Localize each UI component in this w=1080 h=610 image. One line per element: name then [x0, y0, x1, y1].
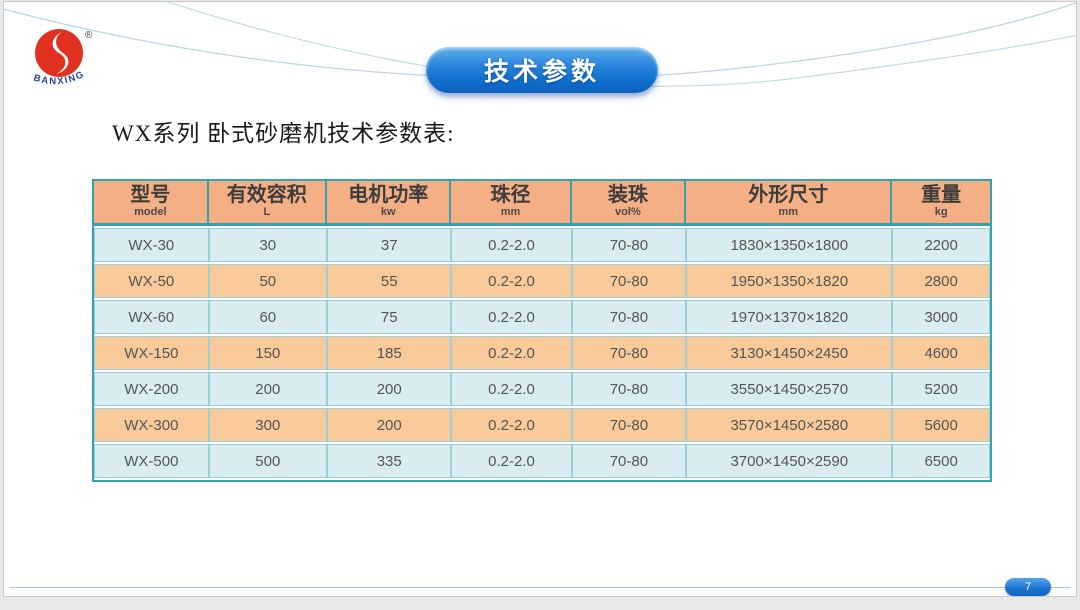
table-cell: 2800	[892, 264, 990, 298]
column-header: 珠径mm	[451, 181, 571, 226]
column-header: 有效容积L	[209, 181, 327, 226]
table-cell: 70-80	[572, 372, 687, 406]
table-cell: 70-80	[572, 300, 687, 334]
table-cell: 150	[209, 336, 327, 370]
registered-mark: ®	[85, 30, 93, 41]
table-cell: 37	[327, 228, 452, 262]
column-header: 电机功率kw	[327, 181, 452, 226]
table-cell: 70-80	[572, 228, 687, 262]
column-header: 型号model	[94, 181, 209, 226]
table-cell: 0.2-2.0	[451, 408, 571, 442]
table-cell: 70-80	[572, 336, 687, 370]
table-cell: 55	[327, 264, 452, 298]
table-cell: 3570×1450×2580	[686, 408, 892, 442]
table-cell: 1970×1370×1820	[686, 300, 892, 334]
section-title-pill: 技术参数	[426, 47, 658, 93]
table-row: WX-3003002000.2-2.070-803570×1450×258056…	[94, 408, 990, 442]
table-cell: 0.2-2.0	[451, 336, 571, 370]
table-cell: 70-80	[572, 408, 687, 442]
table-row: WX-6060750.2-2.070-801970×1370×18203000	[94, 300, 990, 334]
parameters-table-wrapper: 型号model有效容积L电机功率kw珠径mm装珠vol%外形尺寸mm重量kg W…	[92, 179, 992, 482]
table-cell: 30	[209, 228, 327, 262]
table-cell: 200	[327, 408, 452, 442]
table-cell: 185	[327, 336, 452, 370]
parameters-table: 型号model有效容积L电机功率kw珠径mm装珠vol%外形尺寸mm重量kg W…	[94, 179, 990, 480]
section-title-label: 技术参数	[484, 52, 600, 88]
page-number: 7	[1025, 581, 1031, 593]
table-cell: 70-80	[572, 264, 687, 298]
table-cell: 3700×1450×2590	[686, 444, 892, 478]
table-cell: WX-500	[94, 444, 209, 478]
table-cell: 300	[209, 408, 327, 442]
page-title: WX系列 卧式砂磨机技术参数表:	[112, 114, 454, 148]
table-cell: 75	[327, 300, 452, 334]
table-cell: 0.2-2.0	[451, 444, 571, 478]
table-header-row: 型号model有效容积L电机功率kw珠径mm装珠vol%外形尺寸mm重量kg	[94, 181, 990, 226]
table-cell: 0.2-2.0	[451, 372, 571, 406]
table-cell: WX-200	[94, 372, 209, 406]
table-cell: 2200	[892, 228, 990, 262]
table-cell: 60	[209, 300, 327, 334]
table-cell: 500	[209, 444, 327, 478]
column-header: 装珠vol%	[572, 181, 687, 226]
page-number-badge: 7	[1005, 578, 1051, 596]
table-cell: 5600	[892, 408, 990, 442]
table-cell: 3550×1450×2570	[686, 372, 892, 406]
table-cell: 0.2-2.0	[451, 228, 571, 262]
table-cell: 335	[327, 444, 452, 478]
table-row: WX-3030370.2-2.070-801830×1350×18002200	[94, 228, 990, 262]
table-row: WX-1501501850.2-2.070-803130×1450×245046…	[94, 336, 990, 370]
table-row: WX-2002002000.2-2.070-803550×1450×257052…	[94, 372, 990, 406]
table-cell: 200	[209, 372, 327, 406]
table-cell: 50	[209, 264, 327, 298]
table-cell: 1830×1350×1800	[686, 228, 892, 262]
table-row: WX-5050550.2-2.070-801950×1350×18202800	[94, 264, 990, 298]
table-cell: WX-50	[94, 264, 209, 298]
table-cell: 200	[327, 372, 452, 406]
footer-divider	[9, 587, 1071, 588]
column-header: 外形尺寸mm	[686, 181, 892, 226]
company-logo: ® BANXING	[32, 26, 96, 94]
table-cell: 5200	[892, 372, 990, 406]
slide-canvas: ® BANXING 技术参数 WX系列 卧式砂磨机技术参数表: 型号model有…	[3, 1, 1077, 597]
table-cell: WX-60	[94, 300, 209, 334]
column-header: 重量kg	[892, 181, 990, 226]
table-cell: 3000	[892, 300, 990, 334]
table-cell: 0.2-2.0	[451, 264, 571, 298]
table-cell: WX-150	[94, 336, 209, 370]
table-cell: 1950×1350×1820	[686, 264, 892, 298]
table-cell: 0.2-2.0	[451, 300, 571, 334]
table-cell: 3130×1450×2450	[686, 336, 892, 370]
table-cell: 6500	[892, 444, 990, 478]
table-cell: WX-30	[94, 228, 209, 262]
table-cell: 4600	[892, 336, 990, 370]
table-row: WX-5005003350.2-2.070-803700×1450×259065…	[94, 444, 990, 478]
table-cell: 70-80	[572, 444, 687, 478]
table-cell: WX-300	[94, 408, 209, 442]
